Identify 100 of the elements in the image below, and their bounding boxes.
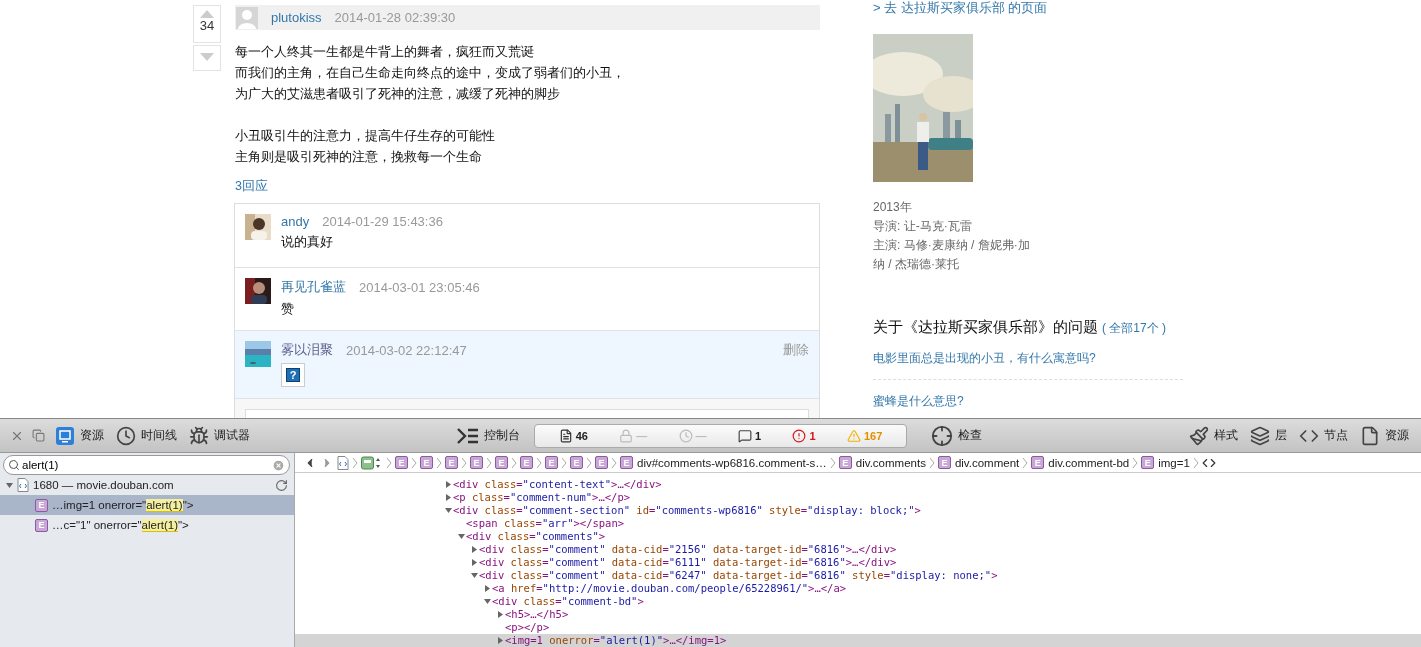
layers-icon (1250, 425, 1270, 446)
movie-page-link[interactable]: > 去 达拉斯买家俱乐部 的页面 (873, 0, 1183, 16)
chevron-icon (386, 456, 392, 469)
code-line[interactable]: <p class="comment-num">…</p> (443, 491, 1421, 504)
inspect-button[interactable]: 检查 (925, 421, 988, 450)
code-line[interactable]: <div class="content-text">…</div> (443, 478, 1421, 491)
chevron-icon (352, 456, 358, 469)
toolbar-tab[interactable]: 时间线 (110, 421, 183, 450)
breadcrumb-item[interactable]: E div.comments (838, 456, 926, 469)
vote-count: 34 (199, 18, 215, 34)
code-line[interactable]: <span class="arr"></span> (456, 517, 1421, 530)
chevron-icon (461, 456, 467, 469)
bug-icon (189, 425, 209, 446)
reply-time: 2014-03-01 23:05:46 (359, 279, 480, 295)
post-line: 每一个人终其一生都是牛背上的舞者，疯狂而又荒诞 (235, 43, 535, 61)
frame-icon (361, 455, 383, 470)
chevron-icon (511, 456, 517, 469)
sidebar-tab[interactable]: 层 (1244, 421, 1293, 450)
breadcrumb-item[interactable]: E div#comments-wp6816.comment-s… (620, 456, 827, 469)
sidebar-tab[interactable]: 资源 (1354, 421, 1415, 450)
reply-text: 赞 (281, 300, 295, 318)
triangle-down-icon (200, 53, 214, 61)
post-line: 为广大的艾滋患者吸引了死神的注意，减缓了死神的脚步 (235, 85, 561, 103)
search-field[interactable]: alert(1) (3, 455, 290, 475)
code-line[interactable]: <p></p> (495, 621, 1421, 634)
reply-author-link[interactable]: andy (281, 214, 310, 229)
search-result[interactable]: E …c="1" onerror="alert(1)"> (0, 515, 294, 535)
code-line[interactable]: <div class="comment" data-cid="6247" data-target-id="6816" style="display: none;"> (469, 569, 1421, 582)
upvote-button[interactable]: 34 (193, 5, 221, 43)
triangle-right-icon[interactable] (483, 585, 491, 592)
brush-icon (1189, 425, 1209, 446)
chevron-icon (829, 456, 836, 469)
broken-image: ? (281, 363, 305, 387)
reply-author-link[interactable]: 雾以泪聚 (281, 341, 333, 359)
source-file-icon (337, 455, 349, 470)
code-line[interactable]: <div class="comment" data-cid="6111" data-target-id="6816">…</div> (469, 556, 1421, 569)
chevron-icon (486, 456, 492, 469)
code-line[interactable]: <a href="http://movie.douban.com/people/65228961/">…</a> (482, 582, 1421, 595)
chevron-icon (611, 456, 617, 469)
clock-icon (116, 425, 136, 446)
clock-icon (678, 428, 693, 443)
code-line[interactable]: <div class="comments"> (456, 530, 1421, 543)
triangle-down-icon[interactable] (457, 533, 465, 540)
warning-icon (846, 428, 861, 443)
chevron-icon (411, 456, 417, 469)
triangle-right-icon[interactable] (496, 637, 504, 644)
two-windows-icon[interactable] (32, 429, 45, 442)
speech-bubble-icon (737, 428, 752, 443)
triangle-down-icon[interactable] (470, 572, 478, 579)
reply-text: 说的真好 (281, 233, 334, 251)
reply-count-link[interactable]: 3回应 (235, 178, 820, 195)
crosshair-icon (931, 424, 953, 447)
chevron-icon (536, 456, 542, 469)
breadcrumb-item[interactable]: E div.comment-bd (1031, 456, 1130, 469)
search-result[interactable]: E …img=1 onerror="alert(1)"> (0, 495, 294, 515)
lock-icon (619, 428, 634, 443)
chevron-icon (586, 456, 592, 469)
chevron-icon (1192, 456, 1199, 469)
console-icon (457, 427, 479, 444)
counter[interactable]: 46 (558, 428, 588, 443)
counter[interactable]: 1 (792, 428, 816, 443)
post-line: 小丑吸引牛的注意力，提高牛仔生存的可能性 (235, 127, 496, 145)
post-time: 2014-01-28 02:39:30 (334, 10, 456, 25)
sidebar-tab[interactable]: 样式 (1183, 421, 1244, 450)
all-questions-link[interactable]: ( 全部17个 ) (1102, 320, 1166, 337)
toolbar-tab[interactable]: 资源 (49, 421, 110, 450)
search-icon (8, 459, 20, 471)
reload-icon[interactable] (275, 478, 288, 492)
source-file-icon (17, 478, 29, 492)
triangle-down-icon[interactable] (6, 481, 13, 489)
breadcrumb-item[interactable]: E img=1 (1141, 456, 1190, 469)
console-tab[interactable]: 控制台 (451, 421, 526, 450)
file-icon (1360, 425, 1380, 446)
triangle-down-icon[interactable] (483, 598, 491, 605)
counter[interactable]: 1 (737, 428, 762, 443)
resources-icon (55, 425, 75, 446)
movie-info: 主演: 马修·麦康纳 / 詹妮弗·加纳 / 杰瑞德·莱托 (873, 237, 1031, 273)
post-line: 主角则是吸引死神的注意，挽救每一个生命 (235, 148, 483, 166)
sidebar-tab[interactable]: 节点 (1293, 421, 1354, 450)
question-link[interactable]: 电影里面总是出现的小丑，有什么寓意吗? (873, 337, 1183, 380)
movie-info: 导演: 让-马克·瓦雷 (873, 218, 973, 235)
toolbar-tab[interactable]: 调试器 (183, 421, 256, 450)
post-line: 而我们的主角，在自己生命走向终点的途中，变成了弱者们的小丑， (235, 64, 626, 82)
code-line[interactable]: <h5>…</h5> (495, 608, 1421, 621)
chevron-icon (1022, 456, 1029, 469)
document-icon (558, 428, 573, 443)
reply-time: 2014-01-29 15:43:36 (322, 214, 443, 229)
code-line[interactable]: <div class="comment" data-cid="2156" data-target-id="6816">…</div> (469, 543, 1421, 556)
movie-info: 2013年 (873, 199, 913, 216)
reply-author-link[interactable]: 再见孔雀蓝 (281, 278, 346, 296)
author-link[interactable]: plutokiss (271, 10, 322, 25)
triangle-right-icon[interactable] (496, 611, 504, 618)
chevron-icon (1132, 456, 1139, 469)
code-line[interactable]: <div class="comment-bd"> (482, 595, 1421, 608)
breadcrumb-item[interactable]: E div.comment (937, 456, 1020, 469)
code-line[interactable]: <div class="comment-section" id="comments-wp6816" style="display: block;"> (443, 504, 1421, 517)
error-icon (792, 428, 807, 443)
result-file[interactable]: 1680 — movie.douban.com (33, 479, 174, 491)
triangle-down-icon[interactable] (444, 507, 452, 514)
reply-time: 2014-03-02 22:12:47 (346, 342, 467, 358)
